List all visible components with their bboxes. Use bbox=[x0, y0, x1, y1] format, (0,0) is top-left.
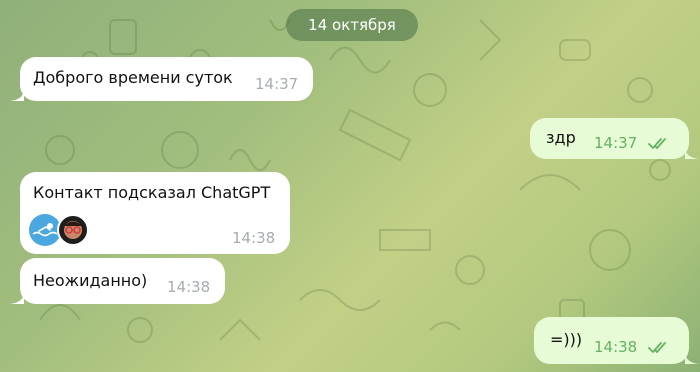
message-bubble-incoming[interactable]: Контакт подсказал ChatGPT 14:38 bbox=[20, 172, 290, 254]
message-text: Неожиданно) bbox=[33, 271, 148, 290]
message-time: 14:38 bbox=[232, 229, 276, 247]
message-bubble-outgoing[interactable]: =))) 14:38 bbox=[534, 317, 689, 364]
bubble-tail bbox=[10, 292, 24, 304]
message-text: =))) bbox=[550, 330, 583, 349]
message-bubble-outgoing[interactable]: здр 14:37 bbox=[530, 118, 689, 159]
message-text: здр bbox=[546, 128, 576, 147]
custom-emoji-row bbox=[29, 214, 89, 246]
message-time: 14:38 bbox=[594, 338, 638, 356]
message-time: 14:37 bbox=[594, 134, 638, 152]
date-separator: 14 октября bbox=[286, 9, 418, 41]
message-time: 14:38 bbox=[167, 278, 211, 296]
bubble-tail bbox=[685, 352, 699, 364]
read-double-check-icon bbox=[648, 342, 666, 353]
bubble-tail bbox=[10, 89, 24, 101]
message-text: Доброго времени суток bbox=[33, 68, 233, 87]
message-text: Контакт подсказал ChatGPT bbox=[33, 183, 271, 202]
message-bubble-incoming[interactable]: Доброго времени суток 14:37 bbox=[20, 57, 313, 101]
bubble-tail bbox=[685, 147, 699, 159]
glasses-face-icon[interactable] bbox=[57, 214, 89, 246]
message-bubble-incoming[interactable]: Неожиданно) 14:38 bbox=[20, 258, 225, 304]
message-time: 14:37 bbox=[255, 75, 299, 93]
read-double-check-icon bbox=[648, 138, 666, 149]
